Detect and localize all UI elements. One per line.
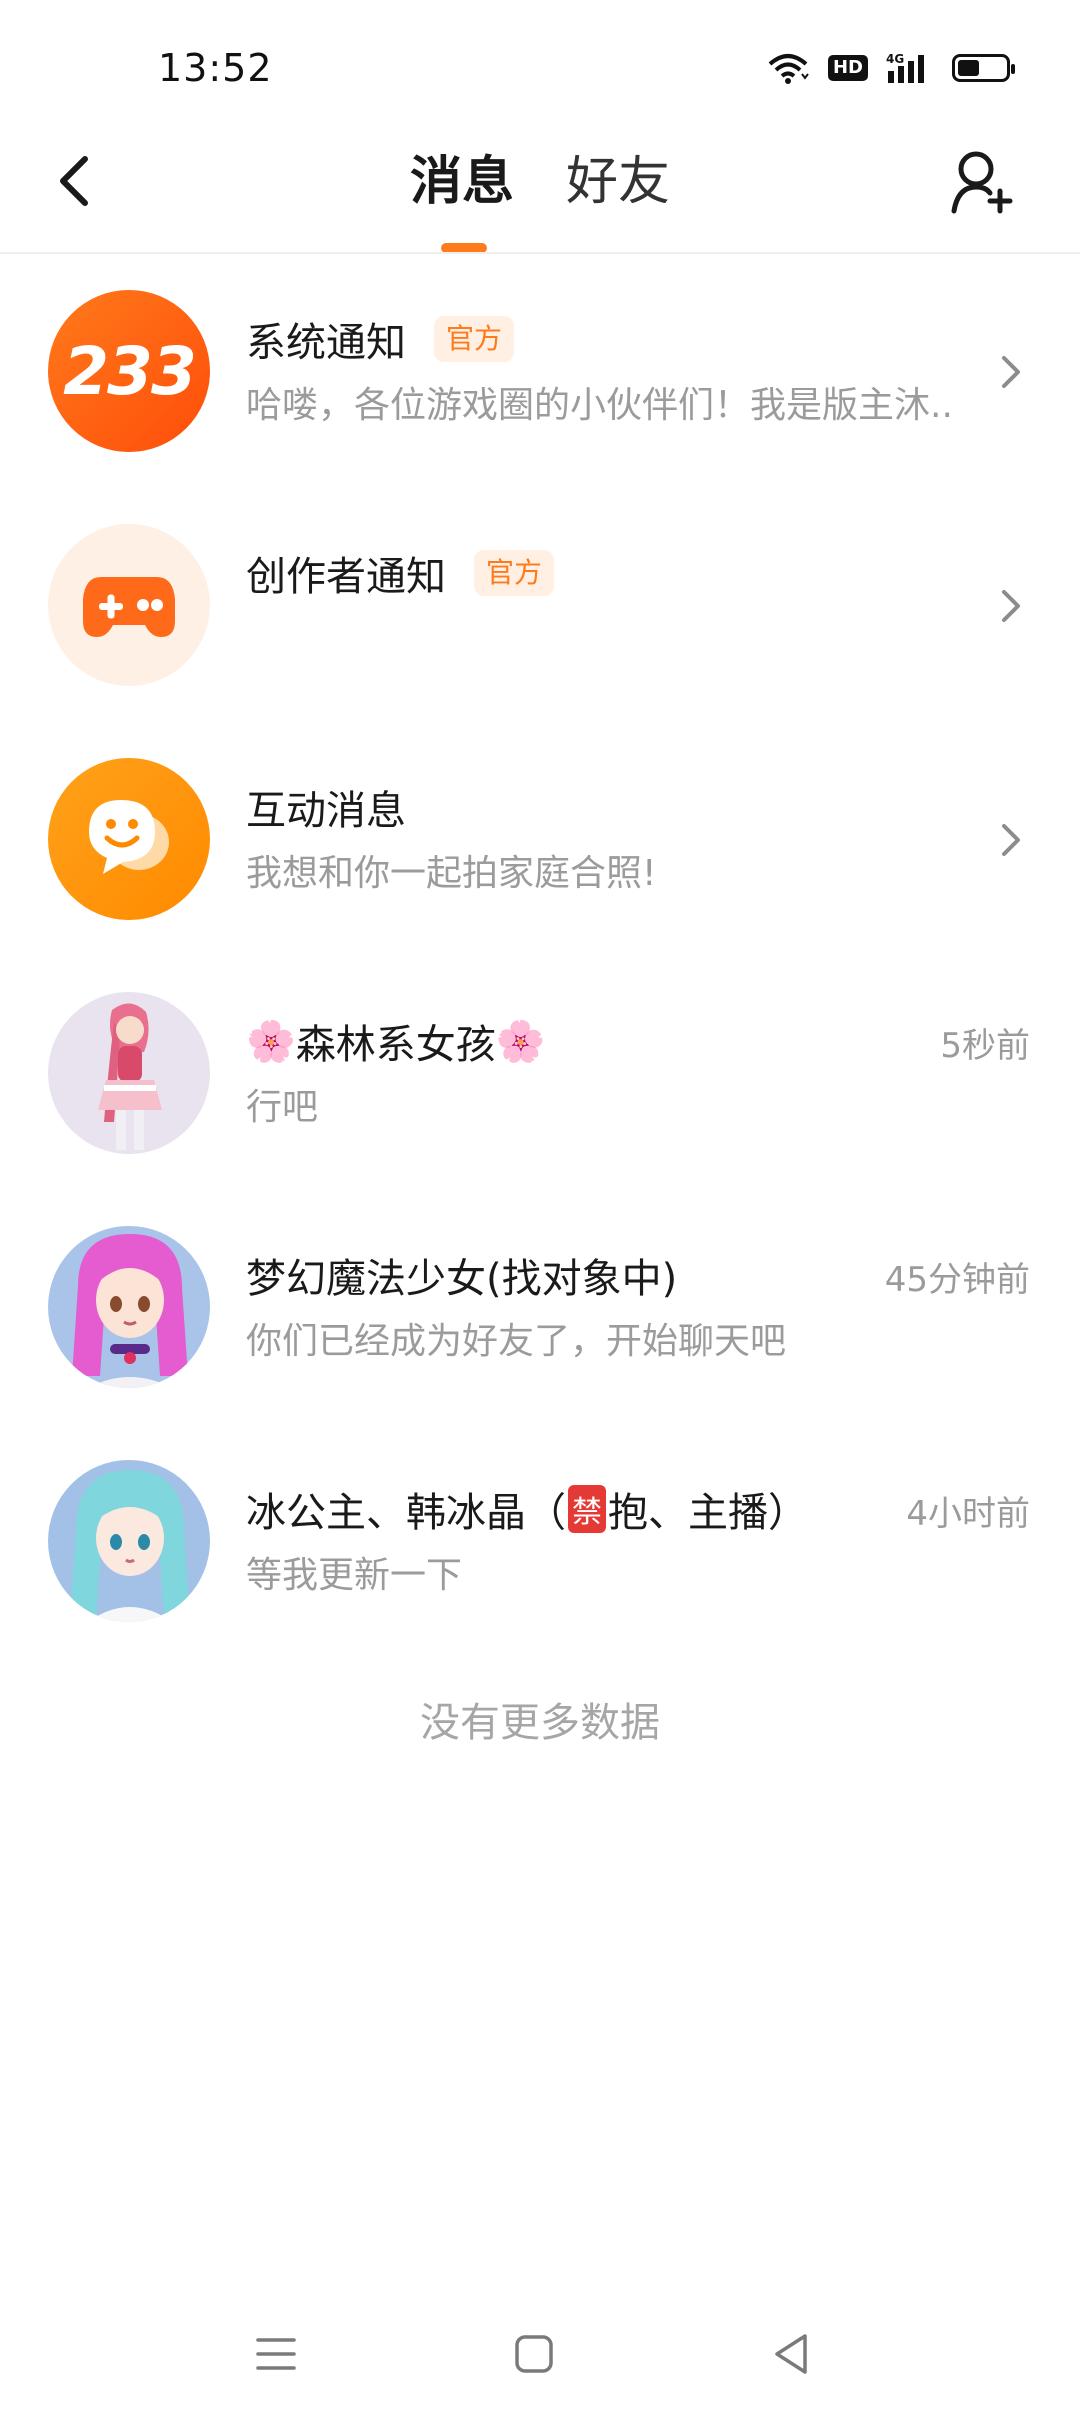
conversation-row-creator-notice[interactable]: 创作者通知 官方 — [0, 488, 1080, 722]
avatar-chat-bubble — [48, 758, 210, 920]
tab-messages[interactable]: 消息 — [410, 150, 514, 214]
name-line: 冰公主、韩冰晶（ 禁 抱、主播） — [246, 1480, 808, 1538]
name-line: 系统通知 官方 — [246, 310, 515, 368]
avatar-pink-hair-girl — [48, 992, 210, 1154]
signal-icon: 4G — [886, 52, 924, 83]
back-triangle-icon — [775, 2334, 807, 2374]
back-arrow-icon — [60, 156, 88, 206]
official-badge: 官方 — [434, 316, 515, 362]
name-line: 🌸 森林系女孩 🌸 — [246, 1012, 546, 1070]
conversation-name: 创作者通知 — [246, 554, 446, 600]
conversation-preview: 行吧 — [246, 1087, 319, 1128]
nav-menu-button[interactable] — [246, 2324, 306, 2384]
menu-icon — [256, 2338, 296, 2370]
battery-icon — [952, 54, 1015, 82]
conversation-name: 互动消息 — [246, 788, 406, 834]
conversation-row-system-notice[interactable]: 233 系统通知 官方 哈喽，各位游戏圈的小伙伴们！我是版主沐... — [0, 254, 1080, 488]
character-avatar-image — [98, 1003, 162, 1150]
official-badge: 官方 — [474, 550, 555, 596]
character-avatar-image — [70, 1470, 190, 1622]
conversation-row-interactions[interactable]: 互动消息 我想和你一起拍家庭合照! — [0, 722, 1080, 956]
avatar-magenta-hair-girl — [48, 1226, 210, 1388]
add-friend-button[interactable] — [942, 142, 1022, 222]
name-line: 创作者通知 官方 — [246, 544, 555, 602]
chevron-right-icon — [1002, 356, 1020, 388]
status-time: 13:52 — [158, 46, 273, 90]
home-square-icon — [515, 2335, 553, 2373]
status-bar: 13:52 HD 4G — [0, 0, 1080, 130]
avatar-gamepad — [48, 524, 210, 686]
cherry-blossom-icon: 🌸 — [246, 1018, 296, 1065]
network-type: 4G — [886, 52, 904, 66]
conversation-preview: 等我更新一下 — [246, 1555, 463, 1596]
tab-friends[interactable]: 好友 — [566, 150, 670, 214]
conversation-preview: 哈喽，各位游戏圈的小伙伴们！我是版主沐... — [246, 385, 956, 426]
status-icons: HD 4G — [766, 44, 1015, 92]
battery-fill — [958, 60, 979, 76]
conversation-list: 233 系统通知 官方 哈喽，各位游戏圈的小伙伴们！我是版主沐... 创作者通知… — [0, 254, 1080, 1658]
conversation-name: 森林系女孩 — [295, 1022, 496, 1068]
conversation-row-magic-girl[interactable]: 梦幻魔法少女(找对象中) 你们已经成为好友了，开始聊天吧 45分钟前 — [0, 1190, 1080, 1424]
conversation-preview: 你们已经成为好友了，开始聊天吧 — [246, 1321, 787, 1362]
conversation-time: 45分钟前 — [884, 1260, 1030, 1300]
conversation-row-forest-girl[interactable]: 🌸 森林系女孩 🌸 行吧 5秒前 — [0, 956, 1080, 1190]
chevron-right-icon — [1002, 590, 1020, 622]
hd-badge: HD — [827, 55, 868, 81]
conversation-name-end: 抱、主播） — [608, 1490, 808, 1536]
nav-home-button[interactable] — [504, 2324, 564, 2384]
avatar-cyan-hair-girl — [48, 1460, 210, 1622]
conversation-time: 5秒前 — [940, 1026, 1030, 1066]
nav-back-button[interactable] — [762, 2324, 822, 2384]
system-nav-bar — [0, 2300, 1080, 2412]
back-button[interactable] — [40, 146, 110, 216]
name-line: 梦幻魔法少女(找对象中) — [246, 1246, 677, 1304]
logo-233-text: 233 — [63, 332, 197, 410]
cherry-blossom-icon: 🌸 — [495, 1018, 546, 1065]
forbidden-emoji-icon: 禁 — [568, 1485, 606, 1533]
conversation-preview: 我想和你一起拍家庭合照! — [246, 853, 657, 894]
gamepad-icon — [83, 577, 175, 637]
no-more-data-text: 没有更多数据 — [420, 1700, 660, 1746]
wifi-icon — [768, 54, 809, 84]
conversation-time: 4小时前 — [906, 1494, 1030, 1534]
chat-bubble-icon — [89, 800, 169, 874]
conversation-name: 系统通知 — [246, 320, 406, 366]
character-avatar-image — [72, 1234, 188, 1388]
chevron-right-icon — [1002, 824, 1020, 856]
header: 消息 好友 — [0, 130, 1080, 254]
conversation-name-start: 冰公主、韩冰晶（ — [246, 1490, 566, 1536]
add-user-icon — [951, 151, 1013, 214]
name-line: 互动消息 — [246, 778, 406, 836]
conversation-name: 梦幻魔法少女(找对象中) — [246, 1256, 678, 1302]
avatar-233-logo: 233 — [48, 290, 210, 452]
conversation-row-ice-princess[interactable]: 冰公主、韩冰晶（ 禁 抱、主播） 等我更新一下 4小时前 — [0, 1424, 1080, 1658]
